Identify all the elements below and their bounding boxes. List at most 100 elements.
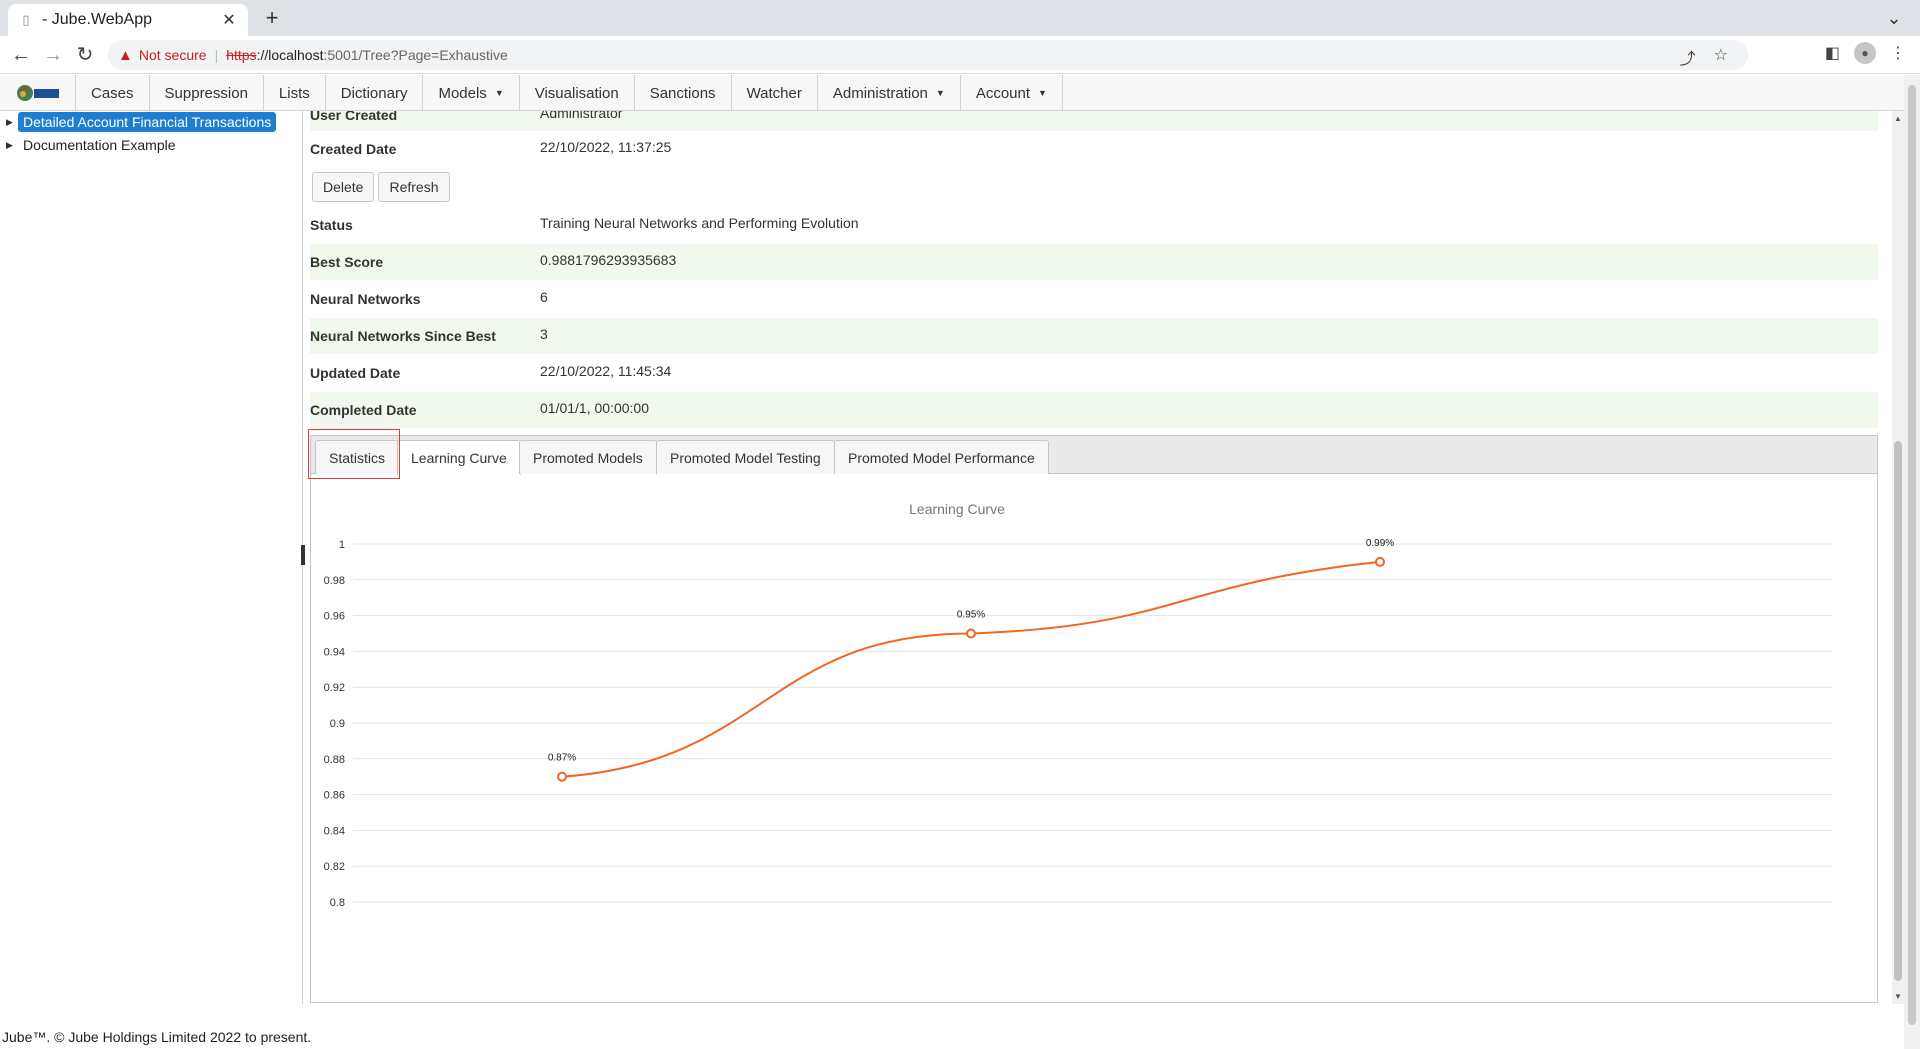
reload-icon[interactable]: ↻ bbox=[72, 42, 98, 68]
jube-logo[interactable] bbox=[0, 75, 76, 111]
jube-logo-icon bbox=[16, 85, 59, 101]
data-point bbox=[966, 628, 976, 639]
caret-down-icon: ▼ bbox=[494, 88, 504, 98]
nav-label: Account bbox=[975, 84, 1031, 102]
browser-tabstrip: ▯ - Jube.WebApp ✕ + ⌄ bbox=[0, 0, 1920, 36]
nav-models[interactable]: Models ▼ bbox=[423, 75, 520, 111]
detail-row: Status Training Neural Networks and Perf… bbox=[310, 207, 1878, 243]
nav-administration[interactable]: Administration ▼ bbox=[818, 75, 961, 111]
tab-learning-curve[interactable]: Learning Curve bbox=[397, 440, 521, 475]
tree-item-label[interactable]: Detailed Account Financial Transactions bbox=[18, 112, 277, 132]
learning-curve-panel: Learning Curve 1 0.98 0.96 0.94 0.92 0.9 0.88 0.… bbox=[317, 480, 1885, 1000]
data-label: 0.99% bbox=[1366, 538, 1394, 549]
tab-promoted-model-testing[interactable]: Promoted Model Testing bbox=[656, 440, 835, 474]
sidebar-splitter-handle[interactable] bbox=[301, 545, 305, 565]
detail-label: Best Score bbox=[310, 254, 384, 270]
exhaustive-model-panel: User Created Administrator Created Date … bbox=[306, 111, 1892, 1004]
nav-label: Sanctions bbox=[649, 84, 716, 102]
url-separator: | bbox=[214, 47, 219, 63]
tree-expand-icon[interactable]: ▶ bbox=[6, 117, 18, 128]
tree-item[interactable]: ▶ Detailed Account Financial Transaction… bbox=[6, 112, 277, 132]
y-tick-label: 0.8 bbox=[330, 897, 345, 909]
nav-label: Cases bbox=[91, 84, 134, 102]
tab-promoted-models[interactable]: Promoted Models bbox=[519, 440, 657, 474]
detail-value: 22/10/2022, 11:45:34 bbox=[540, 363, 672, 379]
data-label: 0.87% bbox=[548, 753, 576, 764]
detail-label: Completed Date bbox=[310, 402, 417, 418]
page-scrollbar-thumb[interactable] bbox=[1908, 85, 1916, 1025]
detail-value: 3 bbox=[540, 326, 548, 342]
address-bar: ← → ↻ ▲ Not secure | https://localhost:5… bbox=[0, 36, 1920, 74]
nav-label: Watcher bbox=[746, 84, 802, 102]
panel-scrollbar-thumb[interactable] bbox=[1894, 441, 1902, 981]
learning-curve-chart: Learning Curve 1 0.98 0.96 0.94 0.92 0.9 0.88 0.… bbox=[324, 501, 1832, 909]
footer: Jube™. © Jube Holdings Limited 2022 to p… bbox=[0, 1004, 1920, 1049]
back-icon[interactable]: ← bbox=[8, 42, 34, 68]
profile-avatar-icon[interactable]: ● bbox=[1854, 42, 1876, 64]
y-tick-label: 0.98 bbox=[324, 575, 345, 587]
detail-value: 01/01/1, 00:00:00 bbox=[540, 400, 649, 416]
detail-label: Neural Networks bbox=[310, 291, 421, 307]
delete-button[interactable]: Delete bbox=[312, 172, 375, 202]
copyright-text: Jube™. © Jube Holdings Limited 2022 to p… bbox=[2, 1029, 312, 1045]
detail-row: Best Score 0.9881796293935683 bbox=[310, 244, 1878, 280]
y-tick-label: 0.94 bbox=[324, 646, 345, 658]
url-field[interactable]: ▲ Not secure | https://localhost:5001/Tr… bbox=[108, 40, 1748, 70]
detail-row: User Created Administrator bbox=[310, 111, 1878, 131]
tab-label: Promoted Model Testing bbox=[670, 449, 821, 466]
tree-item-label[interactable]: Documentation Example bbox=[18, 135, 181, 155]
close-tab-icon[interactable]: ✕ bbox=[220, 10, 238, 30]
new-tab-icon[interactable]: + bbox=[258, 4, 286, 32]
nav-account[interactable]: Account ▼ bbox=[961, 75, 1063, 111]
caret-down-icon: ▼ bbox=[935, 88, 945, 98]
data-point bbox=[1375, 556, 1385, 567]
y-tick-label: 0.82 bbox=[324, 861, 345, 873]
caret-down-icon: ▼ bbox=[1038, 88, 1047, 98]
tab-promoted-model-performance[interactable]: Promoted Model Performance bbox=[834, 440, 1049, 474]
nav-sanctions[interactable]: Sanctions bbox=[635, 75, 732, 111]
tab-label: Learning Curve bbox=[411, 450, 507, 466]
nav-dictionary[interactable]: Dictionary bbox=[326, 75, 424, 111]
y-tick-label: 0.84 bbox=[324, 825, 345, 837]
data-point bbox=[557, 771, 567, 782]
url-scheme: https bbox=[226, 47, 257, 63]
detail-value: 6 bbox=[540, 289, 548, 305]
tree-expand-icon[interactable]: ▶ bbox=[6, 140, 18, 151]
y-tick-label: 0.96 bbox=[324, 611, 345, 623]
app-navbar: Cases Suppression Lists Dictionary Model… bbox=[0, 75, 1904, 111]
nav-lists[interactable]: Lists bbox=[264, 75, 326, 111]
nav-suppression[interactable]: Suppression bbox=[150, 75, 264, 111]
browser-tab[interactable]: ▯ - Jube.WebApp ✕ bbox=[8, 4, 248, 36]
bookmark-star-icon[interactable]: ☆ bbox=[1714, 45, 1728, 69]
statistics-tab-highlight bbox=[308, 429, 400, 479]
nav-cases[interactable]: Cases bbox=[76, 75, 150, 111]
menu-kebab-icon[interactable]: ⋮ bbox=[1890, 43, 1906, 63]
refresh-button[interactable]: Refresh bbox=[378, 172, 450, 202]
model-tree-sidebar: ▶ Detailed Account Financial Transaction… bbox=[0, 111, 303, 1004]
page-scrollbar[interactable] bbox=[1904, 75, 1920, 1049]
y-tick-label: 0.9 bbox=[330, 718, 345, 730]
tree-item[interactable]: ▶ Documentation Example bbox=[6, 135, 181, 155]
detail-label: Neural Networks Since Best bbox=[310, 328, 496, 344]
url-host: ://localhost bbox=[256, 47, 324, 63]
nav-label: Suppression bbox=[164, 84, 248, 102]
share-icon[interactable]: ⤴ bbox=[1680, 45, 1696, 69]
scroll-down-icon[interactable]: ▼ bbox=[1892, 992, 1904, 1001]
detail-value: Administrator bbox=[540, 111, 623, 121]
not-secure-label[interactable]: Not secure bbox=[139, 47, 207, 63]
data-label: 0.95% bbox=[957, 610, 985, 621]
tab-label: Promoted Models bbox=[533, 449, 643, 466]
detail-row: Neural Networks Since Best 3 bbox=[310, 318, 1878, 354]
nav-label: Models bbox=[438, 84, 487, 102]
forward-icon[interactable]: → bbox=[40, 42, 66, 68]
detail-label: Created Date bbox=[310, 141, 397, 157]
side-panel-icon[interactable]: ◧ bbox=[1825, 43, 1840, 63]
nav-watcher[interactable]: Watcher bbox=[732, 75, 818, 111]
nav-visualisation[interactable]: Visualisation bbox=[520, 75, 635, 111]
url-path: :5001/Tree?Page=Exhaustive bbox=[323, 47, 508, 63]
chevron-down-icon[interactable]: ⌄ bbox=[1882, 6, 1906, 30]
scroll-up-icon[interactable]: ▲ bbox=[1892, 114, 1904, 123]
detail-value: 0.9881796293935683 bbox=[540, 252, 677, 268]
page-icon: ▯ bbox=[22, 12, 30, 27]
panel-scrollbar[interactable]: ▲ ▼ bbox=[1892, 111, 1904, 1004]
